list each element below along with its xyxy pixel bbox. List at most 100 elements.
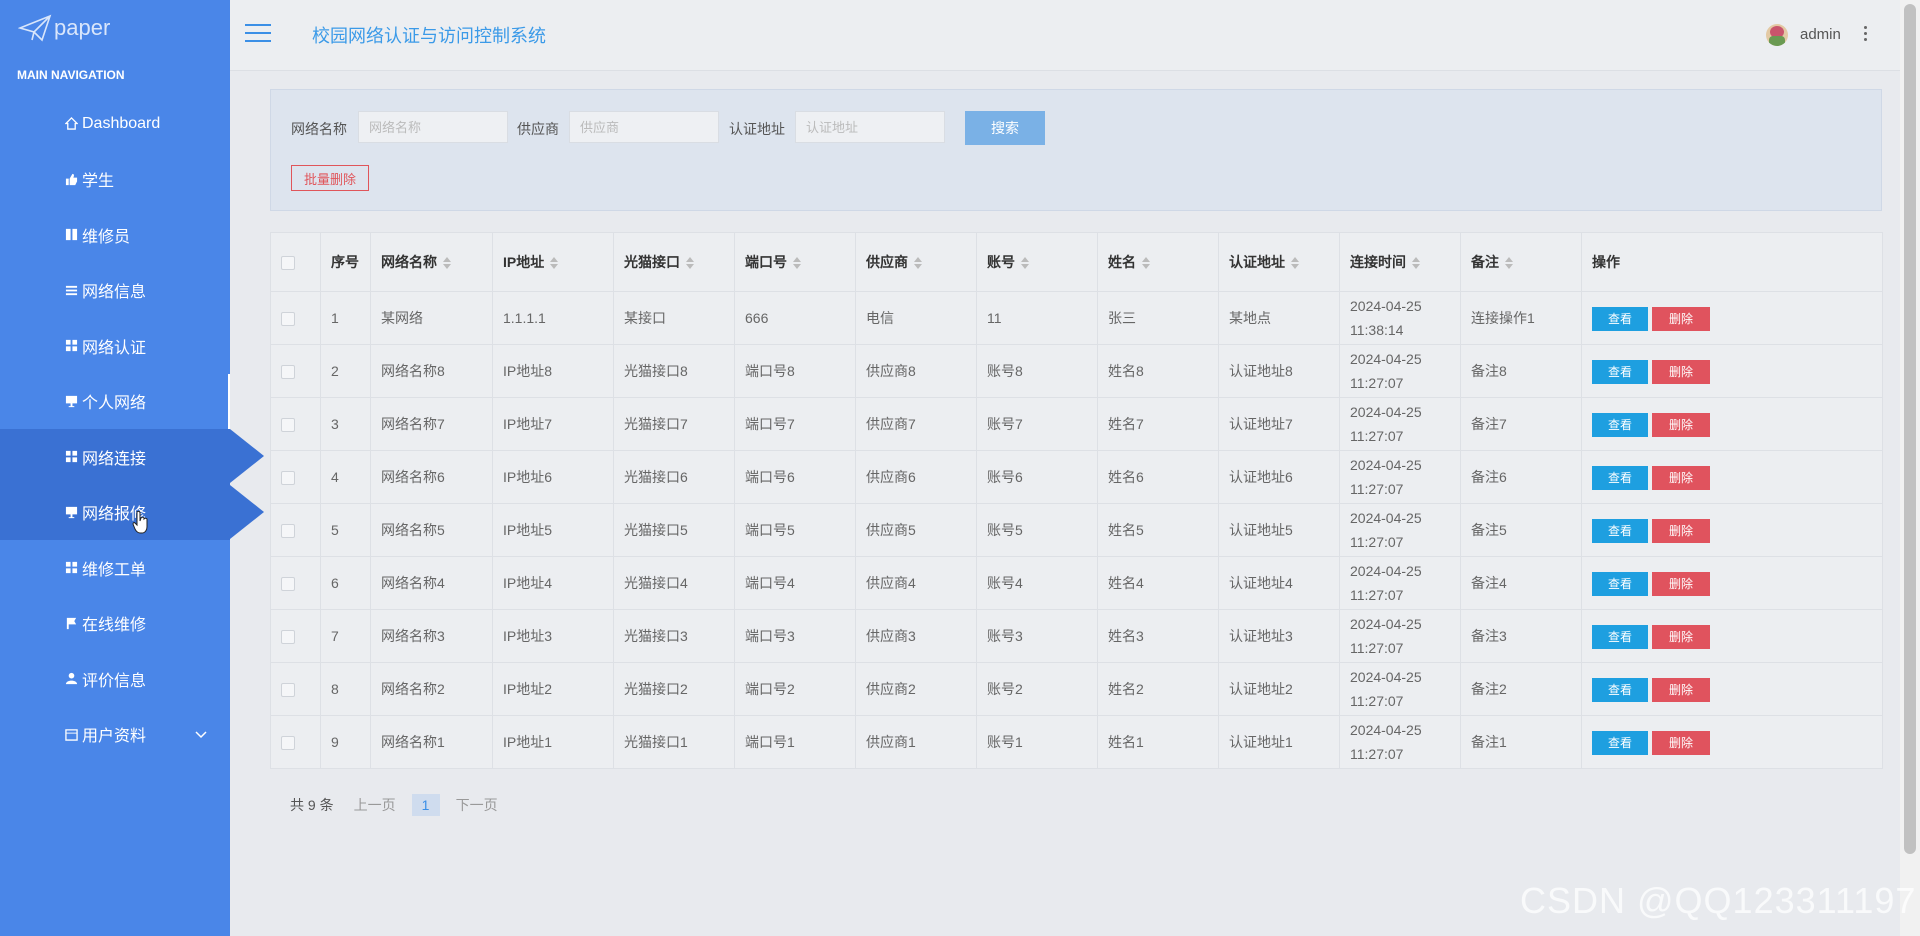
sort-icon[interactable] bbox=[793, 257, 801, 270]
column-header[interactable]: IP地址 bbox=[492, 232, 614, 292]
logo[interactable]: paper bbox=[18, 14, 110, 42]
grid-icon bbox=[64, 561, 78, 575]
sidebar-item-user-profile[interactable]: 用户资料 bbox=[0, 707, 230, 763]
sidebar-item-online-repair[interactable]: 在线维修 bbox=[0, 596, 230, 652]
sidebar-item-students[interactable]: 学生 bbox=[0, 152, 230, 208]
row-checkbox[interactable] bbox=[281, 365, 295, 380]
row-select-cell[interactable] bbox=[270, 291, 321, 345]
scrollbar-thumb[interactable] bbox=[1904, 4, 1916, 854]
row-checkbox[interactable] bbox=[281, 524, 295, 539]
column-header[interactable]: 连接时间 bbox=[1339, 232, 1461, 292]
current-page[interactable]: 1 bbox=[411, 794, 440, 816]
row-checkbox[interactable] bbox=[281, 418, 295, 433]
next-page-link[interactable]: 下一页 bbox=[456, 795, 498, 815]
username[interactable]: admin bbox=[1800, 26, 1841, 43]
row-checkbox[interactable] bbox=[281, 312, 295, 327]
column-header[interactable]: 认证地址 bbox=[1218, 232, 1340, 292]
delete-button[interactable]: 删除 bbox=[1652, 518, 1710, 543]
search-button[interactable]: 搜索 bbox=[965, 111, 1045, 145]
sidebar-item-network-info[interactable]: 网络信息 bbox=[0, 263, 230, 319]
chevron-down-icon[interactable] bbox=[194, 727, 208, 741]
delete-button[interactable]: 删除 bbox=[1652, 624, 1710, 649]
column-header[interactable]: 端口号 bbox=[734, 232, 856, 292]
view-button[interactable]: 查看 bbox=[1592, 412, 1648, 437]
table-cell: 姓名7 bbox=[1097, 397, 1219, 451]
supplier-input[interactable] bbox=[569, 111, 719, 143]
row-select-cell[interactable] bbox=[270, 609, 321, 663]
table-cell: 端口号2 bbox=[734, 662, 856, 716]
table-cell: 端口号5 bbox=[734, 503, 856, 557]
select-all-cell[interactable] bbox=[270, 232, 321, 292]
view-button[interactable]: 查看 bbox=[1592, 518, 1648, 543]
batch-delete-button[interactable]: 批量删除 bbox=[291, 165, 369, 191]
table-cell: 8 bbox=[320, 662, 371, 716]
sort-icon[interactable] bbox=[1291, 257, 1299, 270]
row-select-cell[interactable] bbox=[270, 450, 321, 504]
view-button[interactable]: 查看 bbox=[1592, 677, 1648, 702]
sidebar-item-work-orders[interactable]: 维修工单 bbox=[0, 540, 230, 596]
row-select-cell[interactable] bbox=[270, 503, 321, 557]
delete-button[interactable]: 删除 bbox=[1652, 571, 1710, 596]
network-name-input[interactable] bbox=[358, 111, 508, 143]
row-select-cell[interactable] bbox=[270, 662, 321, 716]
sort-icon[interactable] bbox=[550, 257, 559, 270]
table-cell: IP地址3 bbox=[492, 609, 614, 663]
column-header[interactable]: 姓名 bbox=[1097, 232, 1219, 292]
delete-button[interactable]: 删除 bbox=[1652, 730, 1710, 755]
avatar[interactable] bbox=[1766, 24, 1788, 46]
column-header[interactable]: 备注 bbox=[1460, 232, 1582, 292]
sidebar-item-network-auth[interactable]: 网络认证 bbox=[0, 318, 230, 374]
delete-button[interactable]: 删除 bbox=[1652, 306, 1710, 331]
menu-toggle-icon[interactable] bbox=[245, 24, 271, 44]
table-cell: 备注5 bbox=[1460, 503, 1582, 557]
sort-icon[interactable] bbox=[914, 257, 922, 270]
column-header[interactable]: 账号 bbox=[976, 232, 1098, 292]
column-header[interactable]: 供应商 bbox=[855, 232, 977, 292]
row-checkbox[interactable] bbox=[281, 736, 295, 751]
column-header-label: IP地址 bbox=[503, 254, 545, 270]
sidebar-item-network-repair[interactable]: 网络报修 bbox=[0, 484, 264, 540]
view-button[interactable]: 查看 bbox=[1592, 359, 1648, 384]
view-button[interactable]: 查看 bbox=[1592, 306, 1648, 331]
prev-page-link[interactable]: 上一页 bbox=[354, 795, 396, 815]
table-cell: 姓名4 bbox=[1097, 556, 1219, 610]
sidebar-item-repairers[interactable]: 维修员 bbox=[0, 207, 230, 263]
row-checkbox[interactable] bbox=[281, 577, 295, 592]
sort-icon[interactable] bbox=[443, 257, 451, 270]
view-button[interactable]: 查看 bbox=[1592, 730, 1648, 755]
delete-button[interactable]: 删除 bbox=[1652, 677, 1710, 702]
row-checkbox[interactable] bbox=[281, 630, 295, 645]
auth-address-input[interactable] bbox=[795, 111, 945, 143]
row-checkbox[interactable] bbox=[281, 471, 295, 486]
view-button[interactable]: 查看 bbox=[1592, 571, 1648, 596]
sidebar-item-reviews[interactable]: 评价信息 bbox=[0, 651, 230, 707]
select-all-checkbox[interactable] bbox=[281, 256, 295, 271]
actions-cell: 查看 删除 bbox=[1581, 397, 1883, 451]
sidebar-nav: Dashboard 学生 维修员 网络信息 网络认证 个人网络 网络连接 网络报… bbox=[0, 96, 264, 763]
sort-icon[interactable] bbox=[1412, 257, 1420, 270]
table-cell: 光猫接口4 bbox=[613, 556, 735, 610]
column-header[interactable]: 光猫接口 bbox=[613, 232, 735, 292]
row-select-cell[interactable] bbox=[270, 556, 321, 610]
more-options-icon[interactable] bbox=[1862, 26, 1868, 44]
row-select-cell[interactable] bbox=[270, 397, 321, 451]
sidebar-item-dashboard[interactable]: Dashboard bbox=[0, 96, 230, 152]
row-checkbox[interactable] bbox=[281, 683, 295, 698]
row-select-cell[interactable] bbox=[270, 344, 321, 398]
delete-button[interactable]: 删除 bbox=[1652, 412, 1710, 437]
view-button[interactable]: 查看 bbox=[1592, 465, 1648, 490]
sidebar-item-personal-network[interactable]: 个人网络 bbox=[0, 373, 230, 429]
sort-icon[interactable] bbox=[1142, 257, 1150, 270]
column-header[interactable]: 网络名称 bbox=[370, 232, 493, 292]
sort-icon[interactable] bbox=[1021, 257, 1029, 270]
vertical-scrollbar[interactable] bbox=[1900, 0, 1920, 936]
table-cell: 姓名3 bbox=[1097, 609, 1219, 663]
sidebar-item-network-connection[interactable]: 网络连接 bbox=[0, 429, 264, 485]
delete-button[interactable]: 删除 bbox=[1652, 359, 1710, 384]
row-select-cell[interactable] bbox=[270, 715, 321, 769]
view-button[interactable]: 查看 bbox=[1592, 624, 1648, 649]
sort-icon[interactable] bbox=[1505, 257, 1513, 270]
delete-button[interactable]: 删除 bbox=[1652, 465, 1710, 490]
sort-icon[interactable] bbox=[686, 257, 694, 270]
total-count: 共 9 条 bbox=[290, 797, 334, 813]
